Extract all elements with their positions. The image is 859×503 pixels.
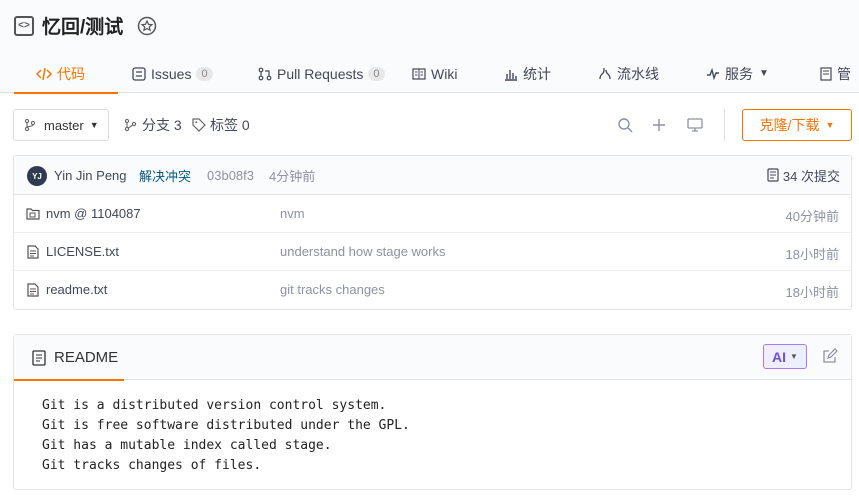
file-name[interactable]: readme.txt: [46, 282, 107, 297]
repo-toolbar: master ▼ 分支 3 标签 0 克隆/下载 ▼: [13, 109, 852, 141]
tab-stats[interactable]: 统计: [504, 54, 598, 93]
chevron-down-icon: ▼: [89, 120, 99, 130]
submodule-folder-icon: [26, 208, 40, 220]
tab-readme[interactable]: README: [14, 335, 124, 381]
wiki-book-icon: [412, 67, 426, 80]
file-name[interactable]: nvm @ 1104087: [46, 206, 141, 221]
chevron-down-icon: ▼: [825, 120, 835, 130]
recommend-badge-icon[interactable]: [137, 16, 157, 36]
code-repo-icon: <>: [14, 15, 34, 36]
repo-title: <> 忆回/测试: [14, 12, 157, 39]
pull-requests-count-badge: 0: [368, 66, 385, 81]
readme-line: Git is a distributed version control sys…: [42, 398, 387, 413]
tab-services[interactable]: 服务 ▼: [706, 54, 820, 93]
readme-line: Git is free software distributed under t…: [42, 418, 410, 433]
ai-assistant-button[interactable]: AI ▼: [763, 344, 807, 369]
commit-time: 4分钟前: [269, 168, 316, 184]
commits-icon: [767, 168, 779, 182]
tab-manage[interactable]: 管: [820, 54, 850, 93]
plus-icon[interactable]: [649, 115, 669, 135]
repo-header: <> 忆回/测试 代码 Issues 0 Pull Requests 0 Wik…: [0, 0, 859, 94]
web-ide-icon[interactable]: [685, 115, 705, 135]
pulse-icon: [706, 67, 720, 80]
branch-select[interactable]: master ▼: [13, 109, 109, 141]
code-icon: [36, 67, 52, 81]
search-icon[interactable]: [615, 115, 635, 135]
pull-request-icon: [258, 67, 272, 81]
file-icon: [27, 245, 39, 259]
file-commit-message[interactable]: understand how stage works: [280, 244, 445, 259]
tag-icon: [192, 118, 206, 132]
tab-pull-requests[interactable]: Pull Requests 0: [242, 54, 412, 93]
repo-name[interactable]: 忆回/测试: [42, 12, 123, 39]
file-time: 40分钟前: [785, 209, 839, 224]
file-commit-message[interactable]: nvm: [280, 206, 305, 221]
chevron-down-icon: ▼: [790, 352, 798, 361]
branch-name: master: [44, 117, 84, 133]
chevron-down-icon: ▼: [759, 68, 769, 79]
issues-count-badge: 0: [196, 66, 213, 81]
file-icon: [27, 283, 39, 297]
file-name[interactable]: LICENSE.txt: [46, 244, 119, 259]
file-commit-message[interactable]: git tracks changes: [280, 282, 385, 297]
file-time: 18小时前: [785, 247, 839, 262]
commit-hash[interactable]: 03b08f3: [207, 168, 254, 183]
readme-content: Git is a distributed version control sys…: [14, 380, 851, 492]
repo-tabs: 代码 Issues 0 Pull Requests 0 Wiki 统计 流水线 …: [14, 54, 850, 94]
readme-header: README AI ▼: [14, 335, 851, 381]
file-row[interactable]: readme.txt git tracks changes 18小时前: [14, 271, 851, 309]
file-list: YJ Yin Jin Peng 解决冲突 03b08f3 4分钟前 34 次提交…: [13, 155, 852, 310]
file-time: 18小时前: [785, 285, 839, 300]
branches-link[interactable]: 分支 3: [124, 109, 182, 141]
file-row[interactable]: LICENSE.txt understand how stage works 1…: [14, 233, 851, 271]
edit-icon[interactable]: [822, 348, 838, 364]
file-row[interactable]: nvm @ 1104087 nvm 40分钟前: [14, 195, 851, 233]
branch-icon: [24, 118, 36, 132]
branches-icon: [124, 118, 137, 132]
tab-pipeline[interactable]: 流水线: [598, 54, 706, 93]
latest-commit-row: YJ Yin Jin Peng 解决冲突 03b08f3 4分钟前 34 次提交: [14, 156, 851, 195]
commit-author[interactable]: Yin Jin Peng: [54, 168, 127, 183]
readme-panel: README AI ▼ Git is a distributed version…: [13, 334, 852, 490]
avatar[interactable]: YJ: [27, 166, 47, 186]
readme-line: Git has a mutable index called stage.: [42, 438, 332, 453]
tab-code[interactable]: 代码: [14, 54, 118, 94]
issues-icon: [132, 66, 146, 81]
toolbar-divider: [724, 109, 725, 141]
manage-icon: [820, 66, 832, 81]
commit-count-link[interactable]: 34 次提交: [767, 166, 840, 185]
tab-wiki[interactable]: Wiki: [412, 54, 504, 93]
tags-link[interactable]: 标签 0: [192, 109, 250, 141]
commit-message[interactable]: 解决冲突: [139, 166, 191, 185]
bar-chart-icon: [504, 67, 518, 81]
readme-book-icon: [32, 349, 46, 366]
pipeline-icon: [598, 67, 612, 81]
tab-issues[interactable]: Issues 0: [118, 54, 242, 93]
readme-line: Git tracks changes of files.: [42, 458, 262, 473]
clone-download-button[interactable]: 克隆/下载 ▼: [742, 109, 852, 141]
